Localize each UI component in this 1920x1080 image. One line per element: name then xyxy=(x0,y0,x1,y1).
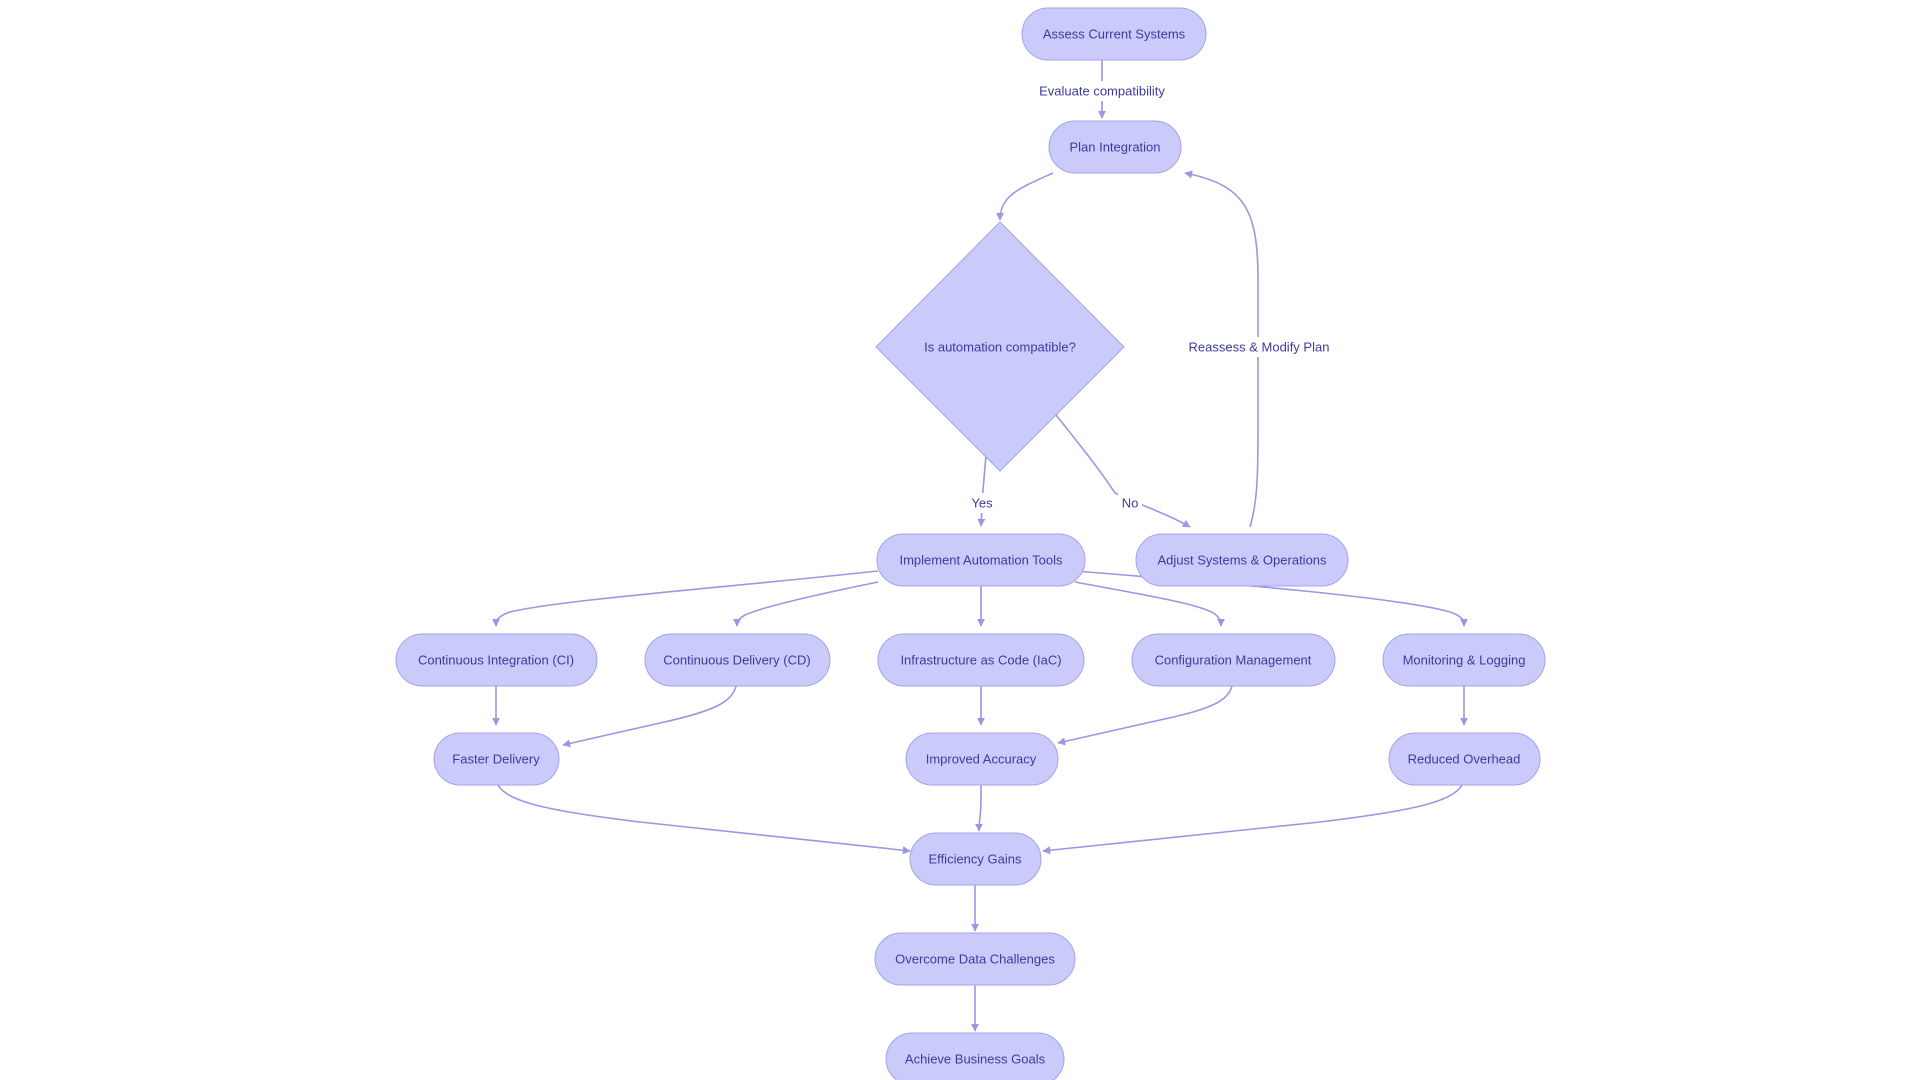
node-assess-current-systems[interactable]: Assess Current Systems xyxy=(1021,7,1207,61)
edge-overhead-to-efficiency xyxy=(1042,776,1465,855)
node-label: Plan Integration xyxy=(1069,140,1160,155)
edge-decision-yes-implement xyxy=(977,454,987,527)
edge-faster-to-efficiency xyxy=(495,776,911,855)
edge-plan-to-decision xyxy=(996,172,1054,221)
node-label: Improved Accuracy xyxy=(926,752,1037,767)
node-label: Adjust Systems & Operations xyxy=(1157,553,1327,568)
edge-label-evaluate: Evaluate compatibility xyxy=(1039,84,1165,99)
node-overcome-data-challenges[interactable]: Overcome Data Challenges xyxy=(874,932,1076,986)
node-efficiency-gains[interactable]: Efficiency Gains xyxy=(909,832,1042,886)
node-label: Continuous Integration (CI) xyxy=(418,653,574,668)
edge-label-reassess: Reassess & Modify Plan xyxy=(1189,340,1330,355)
nodes: Assess Current Systems Plan Integration … xyxy=(395,7,1546,1080)
node-label: Configuration Management xyxy=(1155,653,1312,668)
node-label: Reduced Overhead xyxy=(1408,752,1521,767)
flowchart-canvas: Evaluate compatibility Yes No Reassess &… xyxy=(395,7,1546,1080)
edge-implement-to-config xyxy=(1074,581,1225,627)
edge-label-yes: Yes xyxy=(971,496,993,511)
edge-implement-to-cd xyxy=(733,581,879,627)
node-label: Faster Delivery xyxy=(452,752,540,767)
node-decision-automation-compatible[interactable]: Is automation compatible? xyxy=(875,221,1125,472)
edge-config-to-accuracy xyxy=(1057,677,1234,746)
node-infrastructure-as-code[interactable]: Infrastructure as Code (IaC) xyxy=(877,633,1085,687)
edge-label-no: No xyxy=(1122,496,1139,511)
node-configuration-management[interactable]: Configuration Management xyxy=(1131,633,1336,687)
node-implement-automation-tools[interactable]: Implement Automation Tools xyxy=(876,533,1086,587)
edge-implement-to-ci xyxy=(492,570,879,627)
node-label: Continuous Delivery (CD) xyxy=(663,653,810,668)
node-label: Infrastructure as Code (IaC) xyxy=(900,653,1061,668)
node-label: Is automation compatible? xyxy=(924,340,1076,355)
node-label: Implement Automation Tools xyxy=(899,553,1063,568)
node-adjust-systems-operations[interactable]: Adjust Systems & Operations xyxy=(1135,533,1349,587)
node-faster-delivery[interactable]: Faster Delivery xyxy=(433,732,560,786)
edge-cd-to-faster xyxy=(562,677,738,748)
node-monitoring-logging[interactable]: Monitoring & Logging xyxy=(1382,633,1546,687)
node-continuous-integration[interactable]: Continuous Integration (CI) xyxy=(395,633,598,687)
node-label: Overcome Data Challenges xyxy=(895,952,1055,967)
node-label: Assess Current Systems xyxy=(1043,27,1186,42)
node-label: Monitoring & Logging xyxy=(1403,653,1526,668)
node-label: Achieve Business Goals xyxy=(905,1052,1046,1067)
node-continuous-delivery[interactable]: Continuous Delivery (CD) xyxy=(644,633,831,687)
node-label: Efficiency Gains xyxy=(929,852,1022,867)
node-reduced-overhead[interactable]: Reduced Overhead xyxy=(1388,732,1541,786)
node-improved-accuracy[interactable]: Improved Accuracy xyxy=(905,732,1059,786)
node-plan-integration[interactable]: Plan Integration xyxy=(1048,120,1182,174)
node-achieve-business-goals[interactable]: Achieve Business Goals xyxy=(885,1032,1065,1080)
